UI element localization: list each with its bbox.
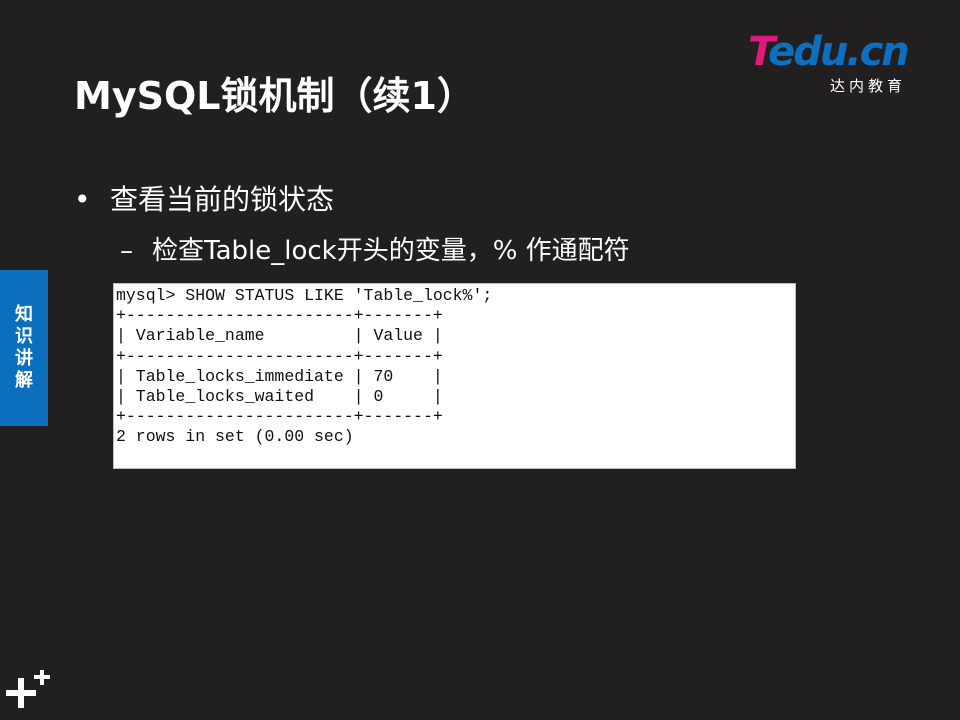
terminal-line: +-----------------------+-------+ <box>116 407 443 427</box>
terminal-output: mysql> SHOW STATUS LIKE 'Table_lock%'; +… <box>113 283 796 469</box>
terminal-line: | Table_locks_immediate | 70 | <box>116 366 443 386</box>
side-tab-char: 解 <box>15 370 33 391</box>
logo-domain: edu.cn <box>768 29 910 75</box>
logo-letter-t: T <box>748 29 770 75</box>
bullet-level1-text: 查看当前的锁状态 <box>110 183 335 216</box>
terminal-line: | Table_locks_waited | 0 | <box>116 387 443 407</box>
side-tab-char: 讲 <box>15 348 33 369</box>
plus-icon-graphic <box>6 670 50 708</box>
side-tab-knowledge: 知 识 讲 解 <box>0 270 48 426</box>
bullet-dot: • <box>74 183 91 216</box>
terminal-line: +-----------------------+-------+ <box>116 346 443 366</box>
bullet-level2-text: 检查Table_lock开头的变量，% 作通配符 <box>152 236 630 266</box>
terminal-line: | Variable_name | Value | <box>116 326 443 346</box>
terminal-line: 2 rows in set (0.00 sec) <box>116 427 354 447</box>
bullet-level2: – 检查Table_lock开头的变量，% 作通配符 <box>120 232 630 270</box>
tedu-logo: Tedu.cn 达内教育 <box>748 30 938 100</box>
logo-subtitle: 达内教育 <box>830 77 907 95</box>
side-tab-char: 知 <box>15 304 33 325</box>
bullet-level1: • 查看当前的锁状态 <box>74 180 334 220</box>
bullet-dash: – <box>120 236 133 266</box>
slide-title: MySQL锁机制（续1） <box>74 74 475 118</box>
terminal-line: +-----------------------+-------+ <box>116 306 443 326</box>
side-tab-char: 识 <box>15 326 33 347</box>
terminal-line: mysql> SHOW STATUS LIKE 'Table_lock%'; <box>116 286 493 305</box>
plus-icon <box>6 670 52 716</box>
terminal-text: mysql> SHOW STATUS LIKE 'Table_lock%'; +… <box>114 284 795 448</box>
logo-wordmark: Tedu.cn <box>748 29 910 75</box>
